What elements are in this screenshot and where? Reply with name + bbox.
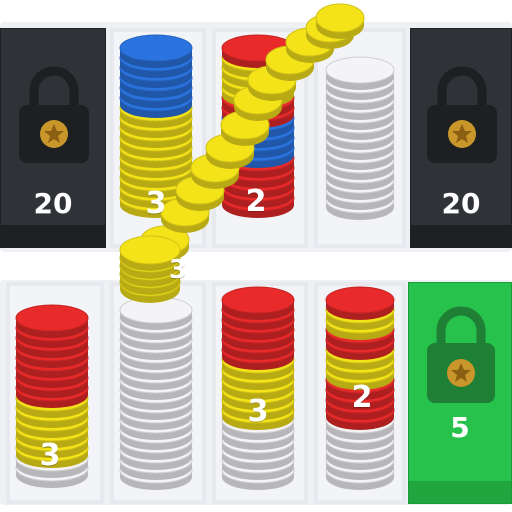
chip (221, 286, 295, 314)
chip (119, 34, 193, 62)
chip (15, 304, 89, 332)
chip (315, 3, 365, 33)
chip-stacks (15, 3, 395, 490)
chip (325, 286, 395, 314)
chip (325, 56, 395, 84)
